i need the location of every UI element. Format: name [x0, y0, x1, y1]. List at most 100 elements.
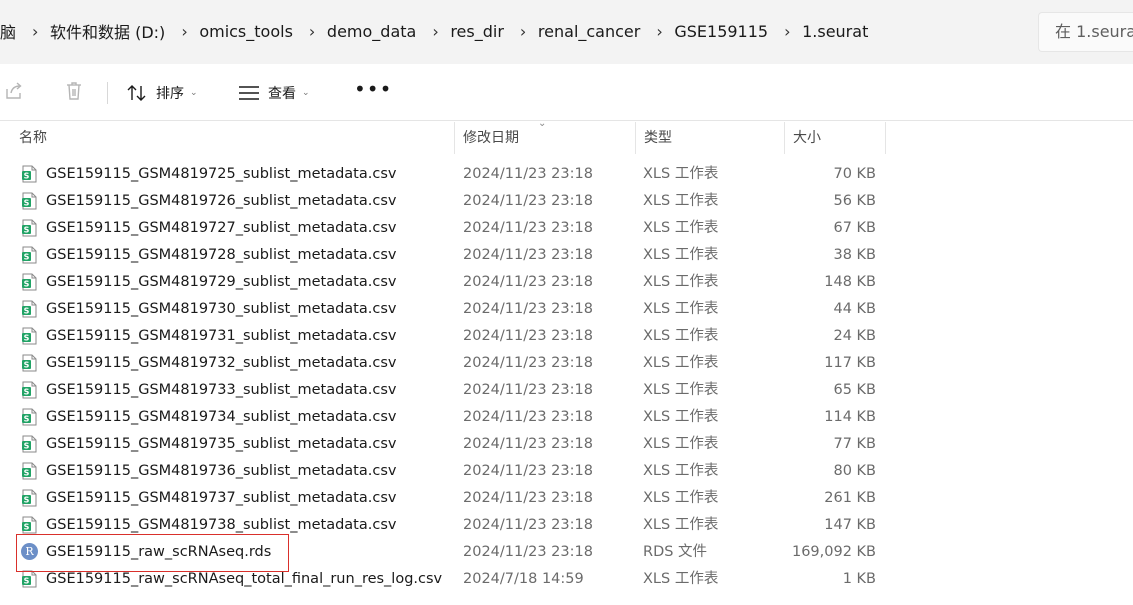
file-type: XLS 工作表	[643, 247, 719, 263]
chevron-right-icon[interactable]: ›	[650, 22, 664, 41]
file-type: XLS 工作表	[643, 274, 719, 290]
xls-icon: S	[21, 381, 37, 399]
file-name: GSE159115_GSM4819726_sublist_metadata.cs…	[46, 193, 397, 209]
file-name: GSE159115_GSM4819738_sublist_metadata.cs…	[46, 517, 397, 533]
file-name: GSE159115_GSM4819729_sublist_metadata.cs…	[46, 274, 397, 290]
command-bar: 排序 ⌄ 查看 ⌄ •••	[0, 64, 1133, 121]
address-bar: 脑 › 软件和数据 (D:) › omics_tools › demo_data › res_d…	[0, 0, 1133, 64]
file-row[interactable]: S GSE159115_GSM4819732_sublist_metadata.c…	[0, 350, 1133, 377]
svg-text:S: S	[24, 414, 30, 423]
file-type: XLS 工作表	[643, 166, 719, 182]
file-size: 70 KB	[833, 166, 876, 182]
file-name: GSE159115_raw_scRNAseq_total_final_run_r…	[46, 571, 443, 587]
svg-text:S: S	[24, 495, 30, 504]
svg-text:S: S	[24, 252, 30, 261]
file-row[interactable]: S GSE159115_GSM4819735_sublist_metadata.c…	[0, 431, 1133, 458]
file-row[interactable]: R GSE159115_raw_scRNAseq.rds 2024/11/23 23…	[0, 539, 1133, 566]
file-name: GSE159115_GSM4819732_sublist_metadata.cs…	[46, 355, 397, 371]
chevron-right-icon[interactable]: ›	[778, 22, 792, 41]
file-row[interactable]: S GSE159115_GSM4819728_sublist_metadata.c…	[0, 242, 1133, 269]
file-name: GSE159115_GSM4819736_sublist_metadata.cs…	[46, 463, 397, 479]
breadcrumb-item[interactable]: 脑	[0, 19, 26, 43]
chevron-right-icon[interactable]: ›	[426, 22, 440, 41]
file-row[interactable]: S GSE159115_GSM4819726_sublist_metadata.c…	[0, 188, 1133, 215]
column-header-name[interactable]: 名称	[11, 122, 455, 154]
file-row[interactable]: S GSE159115_GSM4819727_sublist_metadata.c…	[0, 215, 1133, 242]
svg-text:S: S	[24, 333, 30, 342]
chevron-right-icon[interactable]: ›	[26, 22, 40, 41]
more-options-button[interactable]: •••	[354, 78, 392, 100]
file-name: GSE159115_GSM4819731_sublist_metadata.cs…	[46, 328, 397, 344]
file-size: 114 KB	[824, 409, 876, 425]
file-type: XLS 工作表	[643, 463, 719, 479]
xls-icon: S	[21, 354, 37, 372]
file-row[interactable]: S GSE159115_GSM4819731_sublist_metadata.c…	[0, 323, 1133, 350]
file-type: XLS 工作表	[643, 571, 719, 587]
breadcrumb-item[interactable]: omics_tools	[189, 22, 303, 41]
breadcrumb-item[interactable]: 1.seurat	[792, 22, 878, 41]
chevron-right-icon[interactable]: ›	[303, 22, 317, 41]
breadcrumb-item[interactable]: renal_cancer	[528, 22, 650, 41]
file-type: XLS 工作表	[643, 328, 719, 344]
column-header-type[interactable]: 类型	[636, 122, 785, 154]
trash-icon[interactable]	[63, 80, 87, 104]
column-header-date[interactable]: 修改日期	[455, 122, 636, 154]
svg-text:S: S	[24, 522, 30, 531]
file-size: 261 KB	[824, 490, 876, 506]
file-date: 2024/11/23 23:18	[463, 409, 593, 425]
breadcrumb-item[interactable]: demo_data	[317, 22, 426, 41]
sort-button[interactable]: 排序 ⌄	[126, 78, 198, 108]
file-name: GSE159115_GSM4819733_sublist_metadata.cs…	[46, 382, 397, 398]
view-icon	[239, 86, 259, 100]
file-row[interactable]: S GSE159115_GSM4819725_sublist_metadata.c…	[0, 161, 1133, 188]
file-date: 2024/11/23 23:18	[463, 490, 593, 506]
file-row[interactable]: S GSE159115_raw_scRNAseq_total_final_run_…	[0, 566, 1133, 593]
file-type: XLS 工作表	[643, 409, 719, 425]
breadcrumb-item[interactable]: GSE159115	[664, 22, 778, 41]
file-row[interactable]: S GSE159115_GSM4819734_sublist_metadata.c…	[0, 404, 1133, 431]
file-size: 65 KB	[833, 382, 876, 398]
toolbar-divider	[107, 82, 108, 104]
search-input[interactable]: 在 1.seurat	[1038, 12, 1133, 52]
file-size: 1 KB	[842, 571, 876, 587]
file-name: GSE159115_GSM4819730_sublist_metadata.cs…	[46, 301, 397, 317]
sort-icon	[127, 85, 146, 101]
file-type: XLS 工作表	[643, 382, 719, 398]
file-size: 77 KB	[833, 436, 876, 452]
file-date: 2024/11/23 23:18	[463, 301, 593, 317]
file-list: S GSE159115_GSM4819725_sublist_metadata.c…	[0, 161, 1133, 593]
share-icon[interactable]	[3, 80, 27, 104]
chevron-right-icon[interactable]: ›	[175, 22, 189, 41]
file-size: 148 KB	[824, 274, 876, 290]
file-type: XLS 工作表	[643, 301, 719, 317]
file-row[interactable]: S GSE159115_GSM4819729_sublist_metadata.c…	[0, 269, 1133, 296]
file-row[interactable]: S GSE159115_GSM4819733_sublist_metadata.c…	[0, 377, 1133, 404]
breadcrumb-item[interactable]: 软件和数据 (D:)	[40, 19, 175, 43]
file-date: 2024/7/18 14:59	[463, 571, 584, 587]
breadcrumb-item[interactable]: res_dir	[440, 22, 514, 41]
file-row[interactable]: S GSE159115_GSM4819738_sublist_metadata.c…	[0, 512, 1133, 539]
xls-icon: S	[21, 192, 37, 210]
file-size: 67 KB	[833, 220, 876, 236]
chevron-down-icon: ⌄	[190, 88, 198, 98]
svg-text:S: S	[24, 576, 30, 585]
xls-icon: S	[21, 570, 37, 588]
file-name: GSE159115_GSM4819735_sublist_metadata.cs…	[46, 436, 397, 452]
file-size: 24 KB	[833, 328, 876, 344]
xls-icon: S	[21, 516, 37, 534]
breadcrumb: 脑 › 软件和数据 (D:) › omics_tools › demo_data › res_d…	[0, 10, 1030, 52]
file-date: 2024/11/23 23:18	[463, 463, 593, 479]
file-type: XLS 工作表	[643, 436, 719, 452]
file-row[interactable]: S GSE159115_GSM4819737_sublist_metadata.c…	[0, 485, 1133, 512]
r-letter: R	[21, 543, 38, 560]
file-type: XLS 工作表	[643, 490, 719, 506]
xls-icon: S	[21, 435, 37, 453]
file-size: 56 KB	[833, 193, 876, 209]
column-header-size[interactable]: 大小	[785, 122, 886, 154]
chevron-right-icon[interactable]: ›	[514, 22, 528, 41]
file-size: 44 KB	[833, 301, 876, 317]
file-name: GSE159115_GSM4819728_sublist_metadata.cs…	[46, 247, 397, 263]
view-button[interactable]: 查看 ⌄	[238, 78, 310, 108]
file-row[interactable]: S GSE159115_GSM4819730_sublist_metadata.c…	[0, 296, 1133, 323]
file-row[interactable]: S GSE159115_GSM4819736_sublist_metadata.c…	[0, 458, 1133, 485]
